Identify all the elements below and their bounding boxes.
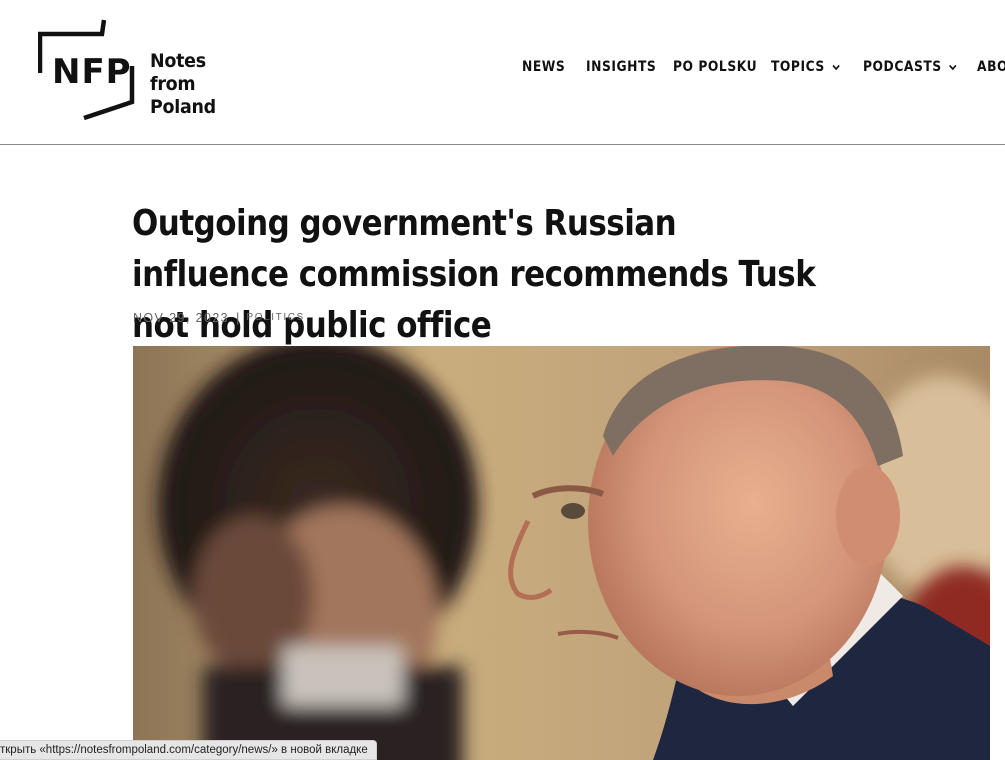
nav-item-news[interactable]: NEWS bbox=[522, 59, 565, 75]
article-date: NOV 29, 2023 bbox=[133, 310, 230, 325]
logo-wordmark: Notes from Poland bbox=[150, 50, 216, 118]
nav-label: NEWS bbox=[522, 59, 566, 75]
nav-label: INSIGHTS bbox=[586, 59, 657, 75]
meta-separator: | bbox=[236, 310, 240, 325]
nav-item-podcasts[interactable]: PODCASTS bbox=[863, 59, 958, 75]
article-meta: NOV 29, 2023 | POLITICS bbox=[133, 310, 305, 325]
site-header: NFP Notes from Poland NEWS INSIGHTS PO P… bbox=[0, 0, 1005, 145]
nfp-logo-mark: NFP bbox=[38, 19, 135, 121]
nav-item-about[interactable]: ABOU bbox=[977, 59, 1005, 75]
category-link[interactable]: POLITICS bbox=[246, 312, 304, 323]
nav-item-insights[interactable]: INSIGHTS bbox=[586, 59, 656, 75]
nav-item-topics[interactable]: TOPICS bbox=[771, 59, 842, 75]
nav-label: PODCASTS bbox=[863, 59, 942, 75]
site-logo[interactable]: NFP Notes from Poland bbox=[38, 18, 258, 124]
article-hero-image bbox=[133, 346, 990, 760]
hero-photo bbox=[133, 346, 990, 760]
article-title: Outgoing government's Russian influence … bbox=[132, 203, 816, 346]
nav-label: TOPICS bbox=[771, 59, 825, 75]
chevron-down-icon bbox=[949, 64, 957, 71]
browser-status-bar: ткрыть «https://notesfrompoland.com/cate… bbox=[0, 740, 377, 760]
nav-label: ABOU bbox=[977, 59, 1005, 75]
logo-mark-text: NFP bbox=[52, 52, 132, 92]
nav-label: PO POLSKU bbox=[673, 59, 758, 75]
chevron-down-icon bbox=[832, 64, 840, 71]
nav-item-po-polsku[interactable]: PO POLSKU bbox=[673, 59, 757, 75]
